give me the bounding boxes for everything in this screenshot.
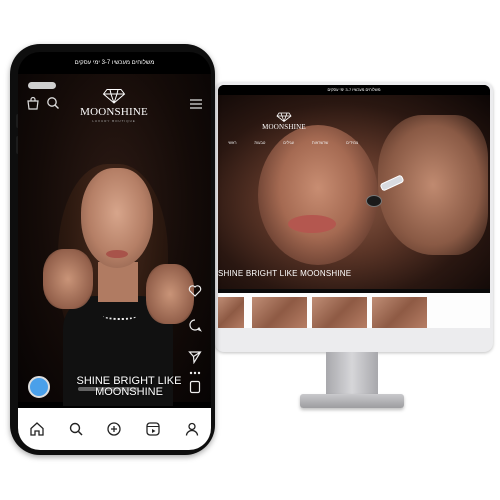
product-thumbnail[interactable] — [312, 297, 367, 328]
nav-item[interactable]: עגילים — [283, 140, 294, 145]
profile-icon[interactable] — [184, 421, 200, 437]
desktop-nav: ראשי טבעות עגילים שרשראות צמידים — [228, 140, 358, 145]
phone-hero-image — [18, 74, 211, 406]
diamond-logo-icon — [102, 89, 126, 104]
phone-logo-subtitle: LUXURY BOUTIQUE — [92, 119, 136, 123]
home-icon[interactable] — [29, 421, 45, 437]
bag-icon[interactable] — [26, 96, 40, 110]
status-pill — [28, 82, 56, 89]
reel-caption: SHINE BRIGHT LIKE MOONSHINE — [76, 375, 182, 398]
nav-item[interactable]: שרשראות — [312, 140, 328, 145]
monitor-stand — [326, 352, 378, 396]
phone-announcement-bar: משלוחים מעכשיו 3-7 ימי עסקים — [74, 60, 155, 66]
bottom-tab-bar — [18, 408, 211, 450]
comment-icon[interactable] — [188, 318, 202, 332]
desktop-hero-tagline: SHINE BRIGHT LIKE MOONSHINE — [218, 269, 352, 278]
nav-item[interactable]: טבעות — [254, 140, 265, 145]
add-icon[interactable] — [106, 421, 122, 437]
avatar[interactable] — [28, 376, 50, 398]
phone-logo[interactable]: MOONSHINE — [66, 106, 162, 118]
reels-icon[interactable] — [145, 421, 161, 437]
phone-screen: משלוחים מעכשיו 3-7 ימי עסקים MOONSHINE L… — [18, 52, 211, 450]
nav-item[interactable]: צמידים — [346, 140, 358, 145]
desktop-logo[interactable]: MOONSHINE — [258, 123, 310, 131]
send-icon[interactable] — [188, 350, 202, 364]
desktop-product-strip — [218, 293, 490, 328]
search-icon[interactable] — [46, 96, 60, 110]
product-thumbnail[interactable] — [252, 297, 307, 328]
search-icon[interactable] — [68, 421, 84, 437]
desktop-hero-image: MOONSHINE ראשי טבעות עגילים שרשראות צמיד… — [218, 95, 490, 289]
monitor-stand-base — [300, 394, 404, 408]
product-thumbnail[interactable] — [218, 297, 244, 328]
nav-item[interactable]: ראשי — [228, 140, 237, 145]
diamond-logo-icon — [276, 112, 292, 122]
desktop-announcement-bar: משלוחים מעכשיו 3-7 ימי עסקים — [218, 85, 490, 95]
menu-icon[interactable] — [189, 98, 203, 110]
desktop-screen: משלוחים מעכשיו 3-7 ימי עסקים MOONSHINE ר… — [218, 85, 490, 328]
heart-icon[interactable] — [188, 284, 202, 298]
desktop-monitor: משלוחים מעכשיו 3-7 ימי עסקים MOONSHINE ר… — [215, 82, 493, 352]
product-thumbnail[interactable] — [372, 297, 427, 328]
